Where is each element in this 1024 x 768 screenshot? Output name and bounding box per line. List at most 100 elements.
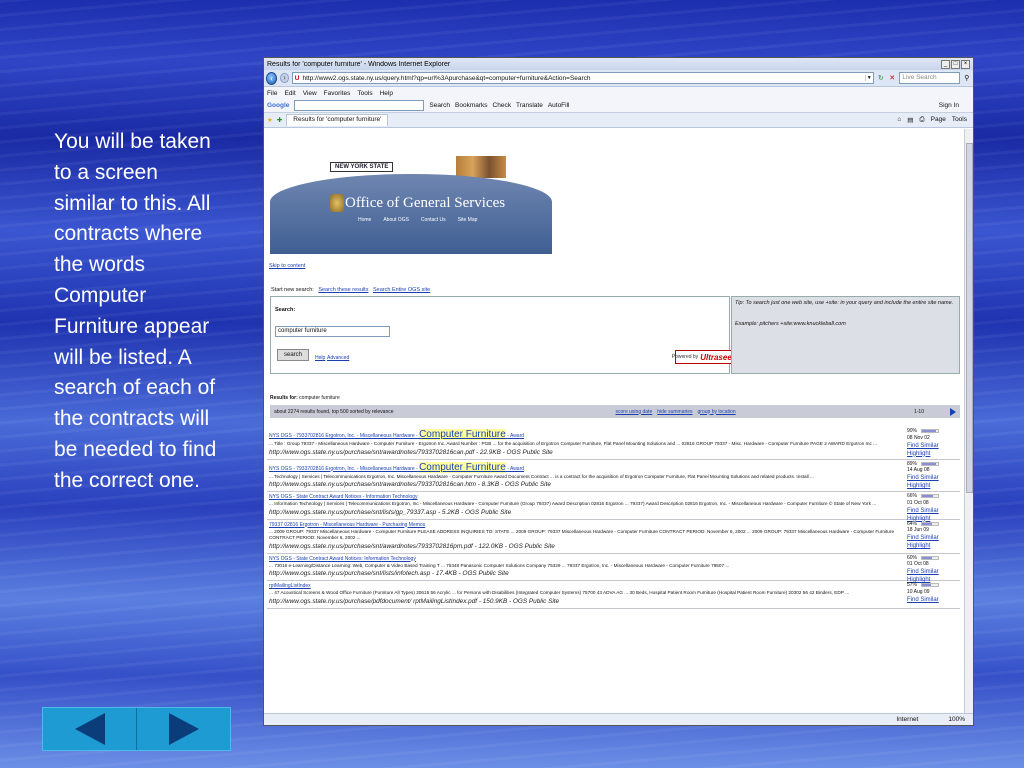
address-field[interactable]: U http://www2.ogs.state.ny.us/query.html… bbox=[291, 72, 874, 84]
google-search-input[interactable] bbox=[294, 100, 425, 111]
search-label: Search: bbox=[275, 307, 296, 313]
result-snippet: ... 73016 e-Learning/Distance Learning: … bbox=[269, 562, 730, 568]
result-url: http://www.ogs.state.ny.us/purchase/snt/… bbox=[269, 542, 555, 550]
close-button[interactable]: × bbox=[961, 59, 970, 69]
google-check-button[interactable]: Check bbox=[493, 102, 511, 109]
result-url: http://www.ogs.state.ny.us/purchase/pdfd… bbox=[269, 597, 560, 605]
results-summary-bar: about 2274 results found, top 500 sorted… bbox=[270, 405, 960, 418]
menu-tools[interactable]: Tools bbox=[357, 90, 372, 97]
result-score-bar bbox=[921, 583, 940, 588]
back-icon[interactable]: ‹ bbox=[266, 71, 278, 85]
print-icon[interactable]: ⎙ bbox=[919, 116, 924, 124]
search-icon[interactable]: ⚲ bbox=[963, 74, 971, 82]
result-title-link[interactable]: NYS OGS - State Contract Award Notices -… bbox=[269, 494, 960, 500]
next-slide-button[interactable] bbox=[136, 708, 230, 750]
forward-icon[interactable]: › bbox=[280, 73, 289, 83]
search-button[interactable]: search bbox=[277, 349, 309, 361]
result-item: NYS OGS - State Contract Award Notices: … bbox=[267, 554, 961, 585]
result-meta: 64% 18 Jun 09 Find Similar Highlight bbox=[907, 521, 961, 551]
results-for-value: computer furniture bbox=[299, 395, 340, 401]
help-link[interactable]: Help bbox=[315, 355, 325, 361]
advanced-link[interactable]: Advanced bbox=[327, 355, 349, 361]
menu-help[interactable]: Help bbox=[380, 90, 393, 97]
live-search-input[interactable]: Live Search bbox=[899, 72, 960, 84]
arrow-left-icon bbox=[74, 713, 105, 745]
search-entire-site-link[interactable]: Search Entire OGS site bbox=[373, 287, 430, 293]
google-translate-button[interactable]: Translate bbox=[516, 102, 543, 109]
menu-bar: File Edit View Favorites Tools Help bbox=[264, 87, 973, 99]
add-favorites-icon[interactable]: ✚ bbox=[277, 116, 282, 124]
tab-results[interactable]: Results for 'computer furniture' bbox=[286, 114, 389, 126]
menu-favorites[interactable]: Favorites bbox=[324, 90, 351, 97]
find-similar-link[interactable]: Find Similar bbox=[907, 507, 961, 515]
find-similar-link[interactable]: Find Similar bbox=[907, 596, 961, 604]
search-query-input[interactable]: computer furniture bbox=[275, 326, 390, 337]
tools-menu[interactable]: Tools bbox=[952, 116, 967, 124]
result-url: http://www.ogs.state.ny.us/purchase/snt/… bbox=[269, 448, 553, 456]
minimize-button[interactable]: _ bbox=[941, 59, 950, 69]
nav-contact[interactable]: Contact Us bbox=[421, 217, 446, 223]
slide-instruction-text: You will be taken to a screen similar to… bbox=[54, 130, 217, 492]
result-title-link[interactable]: NYS OGS - State Contract Award Notices: … bbox=[269, 556, 960, 562]
results-for-label: Results for: bbox=[270, 395, 298, 401]
favorites-star-icon[interactable]: ★ bbox=[267, 116, 273, 124]
next-page-icon[interactable] bbox=[950, 407, 956, 416]
command-bar: ⌂ ▤ ⎙ Page Tools bbox=[897, 116, 973, 124]
maximize-button[interactable]: □ bbox=[951, 59, 960, 69]
google-bookmarks-button[interactable]: Bookmarks bbox=[455, 102, 488, 109]
vertical-scrollbar[interactable] bbox=[964, 129, 973, 714]
highlight-link[interactable]: Highlight bbox=[907, 542, 961, 550]
result-title-link[interactable]: NYS OGS - 7933702816 Ergotron, Inc. - Mi… bbox=[269, 429, 960, 440]
google-autofill-button[interactable]: AutoFill bbox=[548, 102, 570, 109]
result-score: 90% bbox=[907, 428, 918, 434]
results-list: NYS OGS - 7933702816 Ergotron, Inc. - Mi… bbox=[267, 427, 960, 609]
powered-by-logo: Powered by Ultraseek bbox=[671, 350, 736, 364]
google-logo: Google bbox=[267, 102, 290, 109]
tip-text: Tip: To search just one web site, use +s… bbox=[735, 300, 954, 306]
previous-slide-button[interactable] bbox=[43, 708, 136, 750]
nav-home[interactable]: Home bbox=[358, 217, 371, 223]
menu-edit[interactable]: Edit bbox=[284, 90, 295, 97]
sign-in-button[interactable]: Sign In bbox=[939, 102, 959, 109]
result-title-highlight: Computer Furniture bbox=[419, 461, 506, 473]
result-snippet: ... Technology | Services | Telecommunic… bbox=[269, 473, 814, 479]
status-bar: Internet 100% bbox=[264, 713, 973, 725]
hide-summaries-link[interactable]: hide summaries bbox=[657, 409, 692, 415]
page-menu[interactable]: Page bbox=[931, 116, 946, 124]
result-meta: 60% 01 Oct 08 Find Similar Highlight bbox=[907, 555, 961, 585]
feeds-icon[interactable]: ▤ bbox=[907, 116, 913, 124]
result-title: NYS OGS - 7933702816 Ergotron, Inc. - Mi… bbox=[269, 433, 418, 439]
nav-sitemap[interactable]: Site Map bbox=[458, 217, 478, 223]
highlight-link[interactable]: Highlight bbox=[907, 482, 961, 490]
stop-icon[interactable]: ✕ bbox=[888, 74, 896, 82]
powered-by-label: Powered by bbox=[671, 354, 699, 360]
zone-label: Internet bbox=[896, 716, 919, 723]
score-using-date-link[interactable]: score using date bbox=[616, 409, 653, 415]
result-item: NYS OGS - State Contract Award Notices -… bbox=[267, 492, 961, 522]
nav-about[interactable]: About OGS bbox=[383, 217, 409, 223]
find-similar-link[interactable]: Find Similar bbox=[907, 442, 961, 450]
google-search-button[interactable]: Search bbox=[429, 102, 450, 109]
scroll-thumb[interactable] bbox=[966, 143, 973, 493]
highlight-link[interactable]: Highlight bbox=[907, 450, 961, 458]
find-similar-link[interactable]: Find Similar bbox=[907, 534, 961, 542]
result-meta: 57% 10 Aug 09 Find Similar bbox=[907, 582, 961, 604]
zoom-level[interactable]: 100% bbox=[948, 716, 965, 723]
result-title-link[interactable]: NYS OGS - 7933702816 Ergotron, Inc. - Mi… bbox=[269, 461, 960, 473]
search-these-results-link[interactable]: Search these results bbox=[318, 287, 368, 293]
find-similar-link[interactable]: Find Similar bbox=[907, 568, 961, 576]
menu-view[interactable]: View bbox=[303, 90, 317, 97]
skip-to-content-link[interactable]: Skip to content bbox=[269, 263, 305, 269]
ogs-header: NEW YORK STATE Office of General Service… bbox=[270, 156, 552, 254]
result-title-link[interactable]: rptMailingListIndex bbox=[269, 583, 960, 589]
home-icon[interactable]: ⌂ bbox=[897, 116, 901, 124]
ogs-nav: Home About OGS Contact Us Site Map bbox=[358, 217, 477, 223]
group-by-location-link[interactable]: group by location bbox=[698, 409, 736, 415]
result-title-link[interactable]: 79337 02816 Ergotron - Miscellaneous Har… bbox=[269, 522, 960, 528]
address-dropdown-icon[interactable]: ▼ bbox=[864, 75, 873, 81]
menu-file[interactable]: File bbox=[267, 90, 277, 97]
refresh-icon[interactable]: ↻ bbox=[877, 74, 885, 82]
find-similar-link[interactable]: Find Similar bbox=[907, 474, 961, 482]
results-count: about 2274 results found, top 500 sorted… bbox=[274, 408, 394, 415]
window-title: Results for 'computer furniture' - Windo… bbox=[267, 60, 451, 68]
